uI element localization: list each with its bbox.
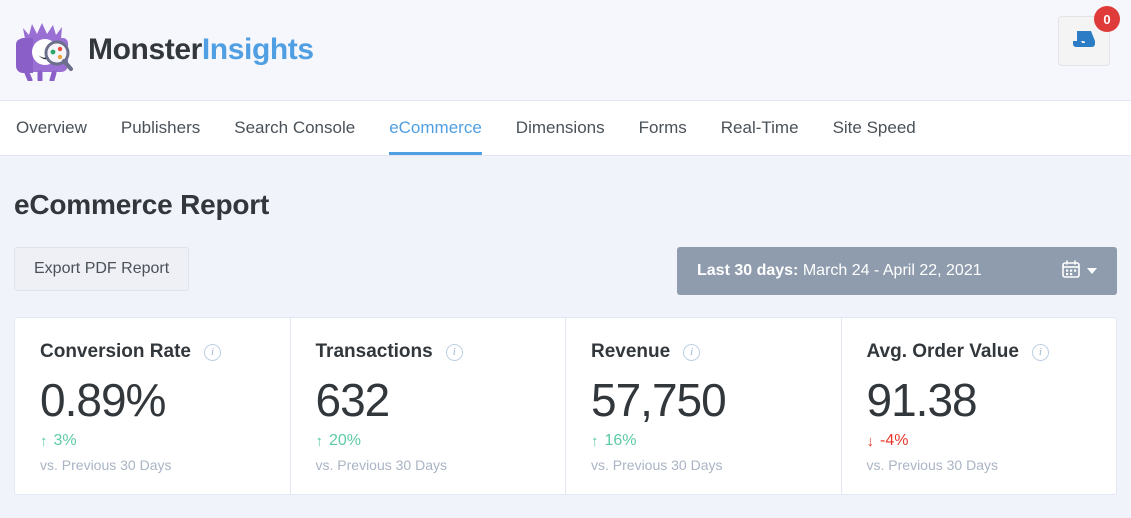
card-compare-label: vs. Previous 30 Days xyxy=(315,457,448,473)
card-delta: ↑ 3% xyxy=(40,432,265,450)
card-title: Conversion Rate xyxy=(40,341,191,362)
nav-item-publishers[interactable]: Publishers xyxy=(104,101,217,155)
info-icon[interactable]: i xyxy=(683,343,701,361)
notifications-inbox[interactable]: 0 xyxy=(1058,6,1120,66)
date-range-label: Last 30 days: xyxy=(697,262,799,279)
nav-item-site-speed[interactable]: Site Speed xyxy=(816,101,933,155)
date-range-value: March 24 - April 22, 2021 xyxy=(802,262,982,279)
arrow-up-icon: ↑ xyxy=(40,432,48,450)
chevron-down-icon xyxy=(1087,268,1097,274)
arrow-down-icon: ↓ xyxy=(866,432,875,450)
info-icon[interactable]: i xyxy=(445,343,463,361)
calendar-icon xyxy=(1062,259,1080,283)
nav-item-real-time[interactable]: Real-Time xyxy=(704,101,816,155)
monster-mascot-magnifier-logo xyxy=(16,19,74,83)
date-range-controls[interactable] xyxy=(1062,259,1097,283)
nav-item-dimensions[interactable]: Dimensions xyxy=(499,101,622,155)
card-header: Revenue i xyxy=(591,341,816,363)
card-compare-label: vs. Previous 30 Days xyxy=(866,457,999,473)
arrow-up-icon: ↑ xyxy=(591,432,599,450)
card-delta-value: 3% xyxy=(53,432,77,449)
card-compare-label: vs. Previous 30 Days xyxy=(40,457,172,473)
card-delta: ↑ 16% xyxy=(591,432,816,450)
brand-title-monster: Monster xyxy=(88,33,202,66)
card-title: Avg. Order Value xyxy=(866,341,1019,362)
card-compare-label: vs. Previous 30 Days xyxy=(591,457,723,473)
card-value: 632 xyxy=(315,374,391,426)
nav-item-overview[interactable]: Overview xyxy=(16,101,104,155)
info-icon[interactable]: i xyxy=(203,343,221,361)
date-range-selector[interactable]: Last 30 days: March 24 - April 22, 2021 xyxy=(677,247,1117,295)
card-value: 91.38 xyxy=(866,374,978,426)
export-pdf-report-button[interactable]: Export PDF Report xyxy=(14,247,190,291)
card-header: Avg. Order Value i xyxy=(867,341,1092,363)
card-title: Revenue xyxy=(591,341,671,362)
kpi-card-avg-order-value: Avg. Order Value i 91.38 ↓ -4% vs. Previ… xyxy=(842,318,1117,494)
card-delta-value: 16% xyxy=(604,432,637,449)
brand-logo[interactable]: MonsterInsights xyxy=(16,19,314,83)
date-range-text: Last 30 days: March 24 - April 22, 2021 xyxy=(697,262,982,280)
kpi-card-conversion-rate: Conversion Rate i 0.89% ↑ 3% vs. Previou… xyxy=(15,318,291,494)
card-delta-value: -4% xyxy=(880,432,909,449)
card-delta: ↓ -4% xyxy=(867,432,1092,450)
report-controls: Export PDF Report Last 30 days: March 24… xyxy=(14,247,1117,295)
card-value: 0.89% xyxy=(40,374,166,426)
brand-title: MonsterInsights xyxy=(88,33,314,67)
kpi-card-transactions: Transactions i 632 ↑ 20% vs. Previous 30… xyxy=(291,318,566,494)
nav-item-forms[interactable]: Forms xyxy=(622,101,704,155)
nav-item-search-console[interactable]: Search Console xyxy=(217,101,372,155)
brand-title-insights: Insights xyxy=(201,33,314,66)
arrow-up-icon: ↑ xyxy=(315,432,324,450)
page-title: eCommerce Report xyxy=(14,189,270,220)
info-icon[interactable]: i xyxy=(1031,343,1049,361)
card-header: Conversion Rate i xyxy=(40,341,265,363)
kpi-cards: Conversion Rate i 0.89% ↑ 3% vs. Previou… xyxy=(14,317,1117,495)
card-value: 57,750 xyxy=(591,374,727,426)
kpi-card-revenue: Revenue i 57,750 ↑ 16% vs. Previous 30 D… xyxy=(566,318,842,494)
app-header: MonsterInsights 0 xyxy=(0,0,1131,100)
card-delta-value: 20% xyxy=(329,432,362,449)
card-title: Transactions xyxy=(315,341,433,362)
card-header: Transactions i xyxy=(316,341,541,363)
inbox-tray-icon xyxy=(1071,28,1097,55)
main-navigation: Overview Publishers Search Console eComm… xyxy=(0,100,1131,156)
notification-badge: 0 xyxy=(1094,6,1120,32)
nav-item-ecommerce[interactable]: eCommerce xyxy=(372,101,499,155)
card-delta: ↑ 20% xyxy=(316,432,541,450)
main-content: eCommerce Report Export PDF Report Last … xyxy=(0,189,1131,495)
